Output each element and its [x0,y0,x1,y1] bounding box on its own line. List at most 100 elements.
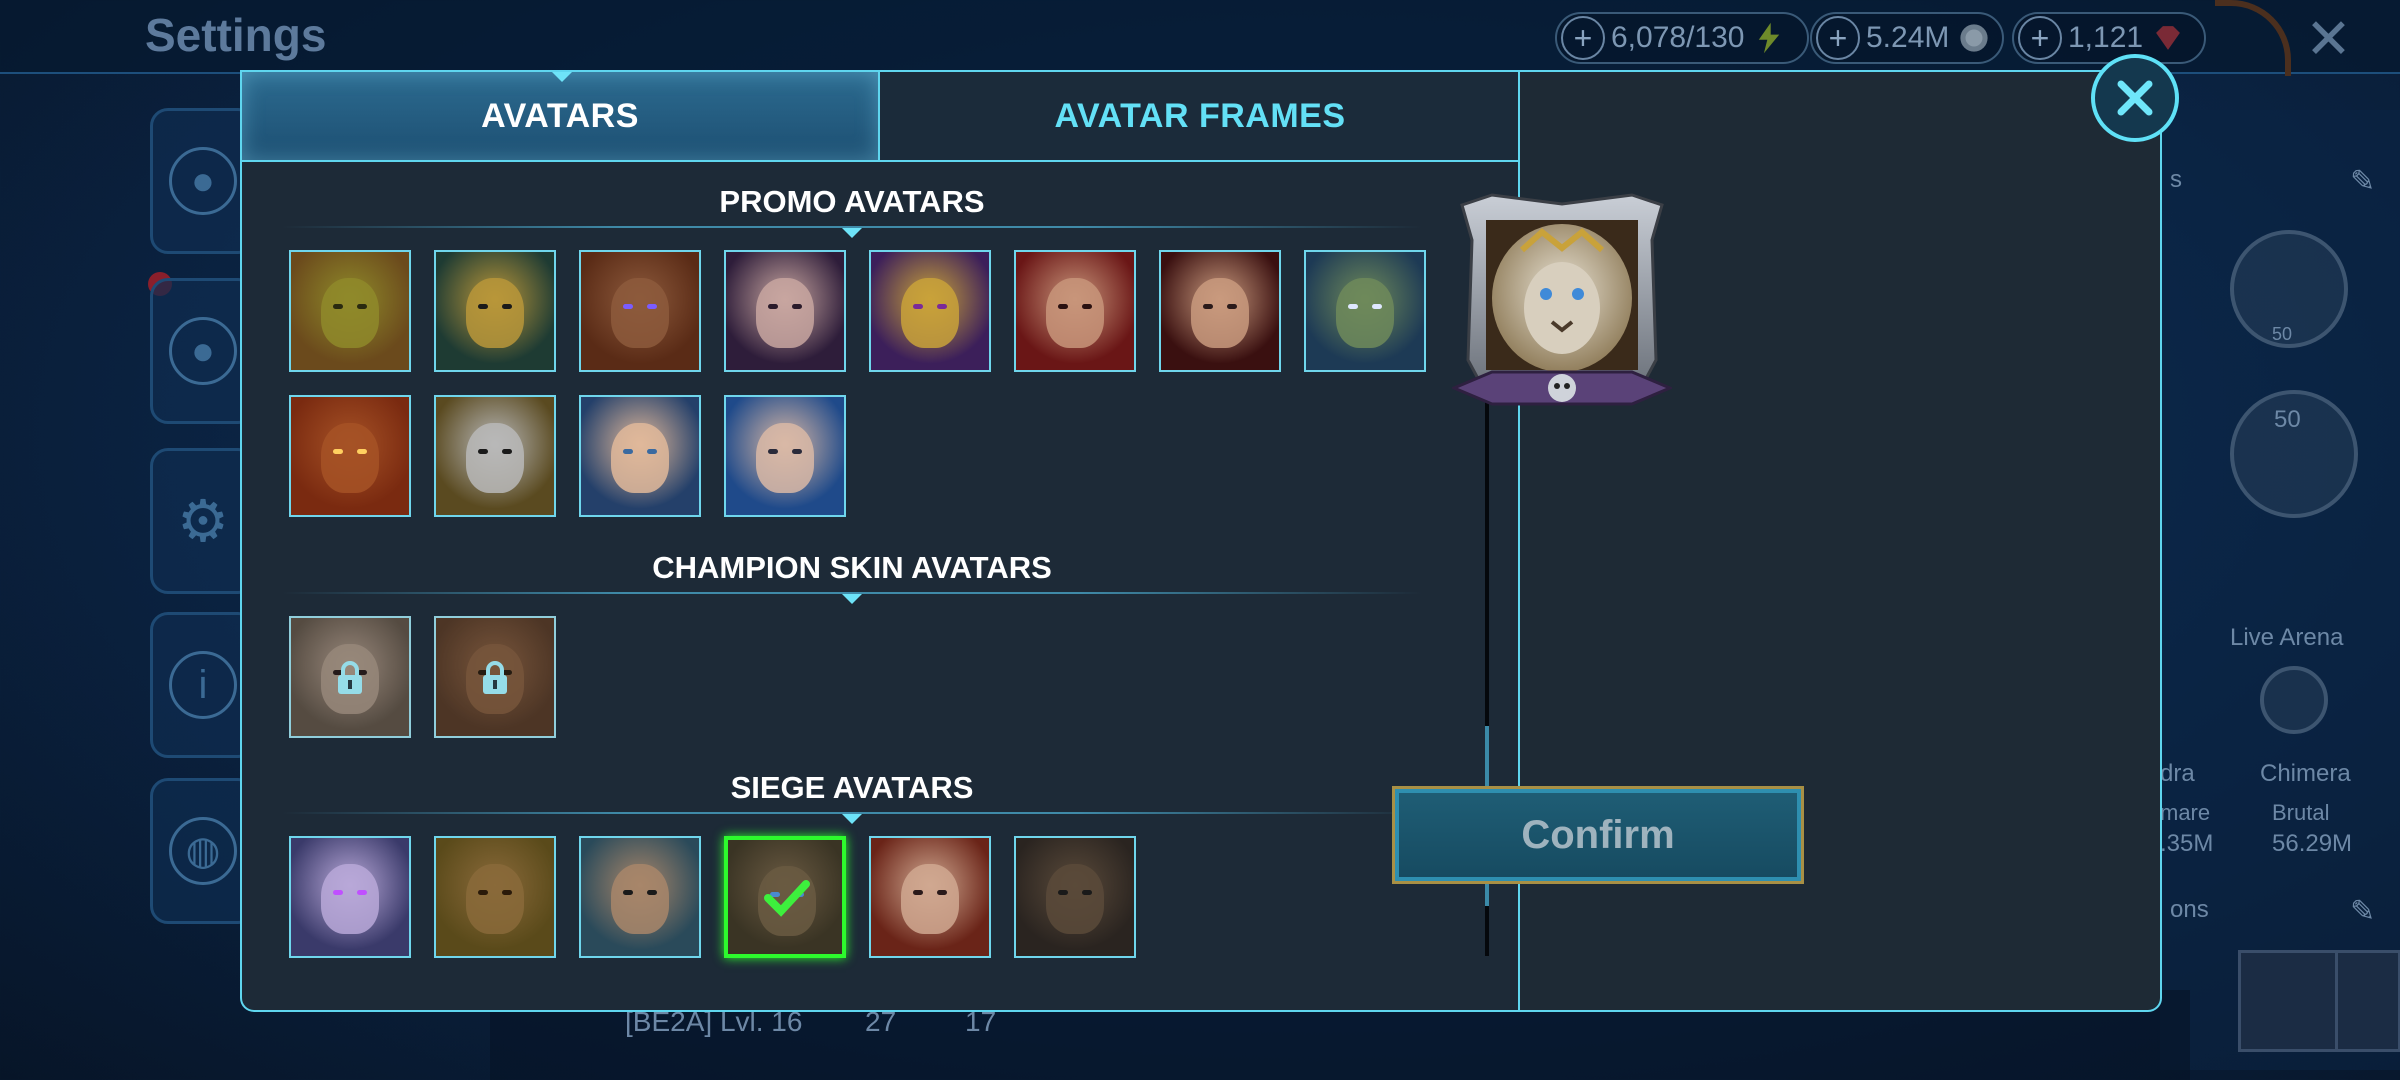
avatar-eye [502,304,512,309]
section-label-top: s [2170,166,2182,193]
tattooed-warrior-avatar[interactable] [579,836,701,958]
rank-emblem-2-level: 50 [2274,406,2301,433]
red-queen-avatar[interactable] [869,836,991,958]
settings-close-icon: ✕ [2305,7,2352,70]
avatar-portrait [756,278,814,348]
avatar-eye [937,304,947,309]
energy-value: 6,078/130 [1611,21,1745,54]
avatar-eye [502,890,512,895]
avatar-eye [357,304,367,309]
active-tab-indicator [552,72,572,82]
champion-tile-1 [2238,950,2340,1052]
avatar-portrait [321,423,379,493]
avatar-portrait [611,864,669,934]
elf-princess-avatar[interactable] [579,395,701,517]
avatar-portrait [1191,278,1249,348]
tab-avatars[interactable]: AVATARS [242,72,880,162]
white-lion-avatar[interactable] [724,836,846,958]
red-knight-avatar[interactable] [1014,250,1136,372]
section-arrow-icon [842,814,862,824]
gem-resource: + 1,121 [2012,12,2206,64]
avatar-portrait [901,864,959,934]
gem-icon [2156,26,2180,50]
section-label-bottom: ons [2170,896,2209,923]
add-silver-icon: + [1816,16,1860,60]
avatar-eye [1058,890,1068,895]
avatar-eye [1372,304,1382,309]
selected-avatar-preview [1452,193,1672,406]
chimera-label: Chimera [2260,760,2351,787]
avatar-portrait [611,423,669,493]
confirm-button[interactable]: Confirm [1392,786,1804,884]
background-top-bar: Settings + 6,078/130 + 5.24M + 1,121 ✕ [0,0,2400,76]
close-modal-button[interactable] [2091,54,2179,142]
avatar-portrait [466,278,524,348]
section-title: PROMO AVATARS [719,184,985,219]
rank-emblem-1-level: 50 [2272,324,2293,344]
sorceress-avatar[interactable] [1159,250,1281,372]
avatar-eye [1348,304,1358,309]
edit-icon-bottom: ✎ [2350,895,2376,928]
fire-demon-avatar[interactable] [289,395,411,517]
section-arrow-icon [842,594,862,604]
avatar-eye [647,890,657,895]
avatar-eye [478,304,488,309]
info-icon: i [169,651,237,719]
dark-haired-woman-avatar[interactable] [724,250,846,372]
avatar-eye [647,449,657,454]
ape-king-avatar[interactable] [434,836,556,958]
silver-resource: + 5.24M [1810,12,2004,64]
avatar-portrait [321,864,379,934]
avatar-eye [623,304,633,309]
profile-icon: ● [169,147,237,215]
avatar-eye [792,449,802,454]
avatar-portrait [466,423,524,493]
avatar-eye [792,304,802,309]
crusader-helm-avatar[interactable] [434,395,556,517]
tab-avatar-frames[interactable]: AVATAR FRAMES [880,72,1520,162]
account-icon: ● [169,317,237,385]
avatar-eye [623,449,633,454]
section-title: SIEGE AVATARS [730,770,974,805]
avatar-eye [357,890,367,895]
avatar-eye [1082,304,1092,309]
decorative-arc [2215,0,2291,76]
avatar-portrait [1046,864,1104,934]
checkmark-icon [764,880,810,917]
avatar-eye [478,890,488,895]
warrior-purple-visor-avatar[interactable] [579,250,701,372]
locked-monkey-avatar[interactable] [434,616,556,738]
avatar-eye [357,449,367,454]
scarred-woman-avatar[interactable] [724,395,846,517]
chimera-difficulty: Brutal [2272,800,2330,825]
avatar-eye [1203,304,1213,309]
white-haired-sorceress-avatar[interactable] [289,836,411,958]
avatar-eye [478,449,488,454]
avatar-eye [913,890,923,895]
avatar-portrait [466,864,524,934]
energy-resource: + 6,078/130 [1555,12,1809,64]
lock-icon [338,661,362,694]
avatar-selection-modal: AVATARS AVATAR FRAMES PROMO AVATARS CHAMP… [240,70,2162,1012]
avatar-eye [913,304,923,309]
avatar-eye [768,304,778,309]
avatar-portrait [1336,278,1394,348]
edit-icon-top: ✎ [2350,165,2376,198]
gold-helm-elf-avatar[interactable] [434,250,556,372]
avatar-eye [333,304,343,309]
avatar-eye [937,890,947,895]
lock-icon [483,661,507,694]
avatar-grid [289,250,1426,517]
avatar-portrait [1046,278,1104,348]
ent-druid-avatar[interactable] [1304,250,1426,372]
avatar-eye [333,890,343,895]
hydra-damage: .35M [2160,830,2214,857]
skeletor-avatar[interactable] [869,250,991,372]
toad-avatar[interactable] [289,250,411,372]
hydra-difficulty: mare [2160,800,2211,825]
section-title: CHAMPION SKIN AVATARS [652,550,1052,585]
roaring-beast-avatar[interactable] [1014,836,1136,958]
champion-tile-2 [2335,950,2400,1052]
locked-woman-avatar[interactable] [289,616,411,738]
avatar-eye [768,449,778,454]
